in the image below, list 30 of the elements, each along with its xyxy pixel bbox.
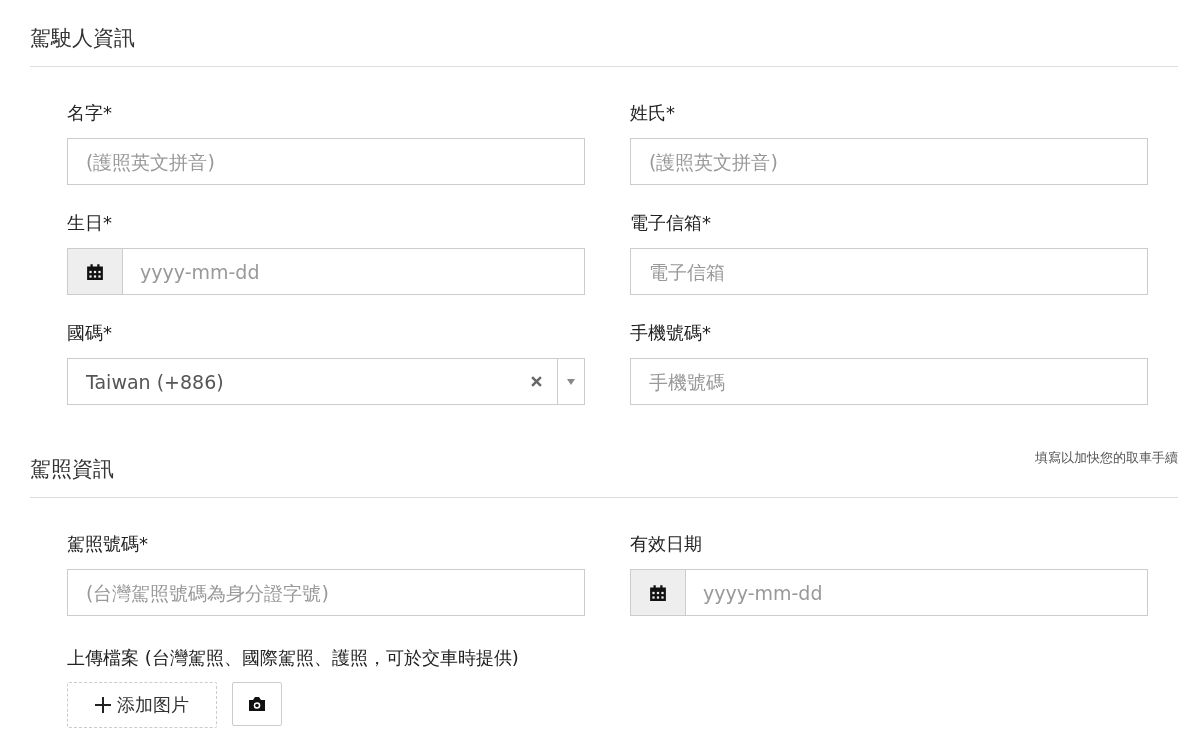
calendar-addon[interactable] <box>630 569 686 616</box>
calendar-icon <box>649 583 667 602</box>
field-label: 名字* <box>67 101 113 125</box>
input-field[interactable]: 手機號碼 <box>630 358 1148 405</box>
input-field[interactable]: (護照英文拼音) <box>67 138 585 185</box>
field-label: 有效日期 <box>630 532 703 556</box>
input-field[interactable]: (護照英文拼音) <box>630 138 1148 185</box>
camera-icon <box>247 696 267 712</box>
date-input-field[interactable]: yyyy-mm-dd <box>686 569 1148 616</box>
field-label: 電子信箱* <box>630 211 712 235</box>
section-title: 駕照資訊 <box>30 456 114 483</box>
add-image-button[interactable]: 添加图片 <box>67 682 217 728</box>
plus-icon <box>95 697 111 713</box>
calendar-addon[interactable] <box>67 248 123 295</box>
section-title: 駕駛人資訊 <box>30 25 135 52</box>
input-field[interactable]: 電子信箱 <box>630 248 1148 295</box>
section-note: 填寫以加快您的取車手續 <box>1035 449 1178 467</box>
field-label: 駕照號碼* <box>67 532 149 556</box>
field-label: 手機號碼* <box>630 321 712 345</box>
date-input-field[interactable]: yyyy-mm-dd <box>123 248 585 295</box>
field-label: 國碼* <box>67 321 113 345</box>
clear-icon[interactable] <box>531 376 542 387</box>
upload-label: 上傳檔案 (台灣駕照、國際駕照、護照，可於交車時提供) <box>67 646 520 670</box>
input-field[interactable]: (台灣駕照號碼為身分證字號) <box>67 569 585 616</box>
field-label: 姓氏* <box>630 101 676 125</box>
country-code-select[interactable]: Taiwan (+886) <box>67 358 585 405</box>
camera-button[interactable] <box>232 682 282 726</box>
caret-icon <box>567 378 575 385</box>
field-label: 生日* <box>67 211 113 235</box>
calendar-icon <box>86 262 104 281</box>
